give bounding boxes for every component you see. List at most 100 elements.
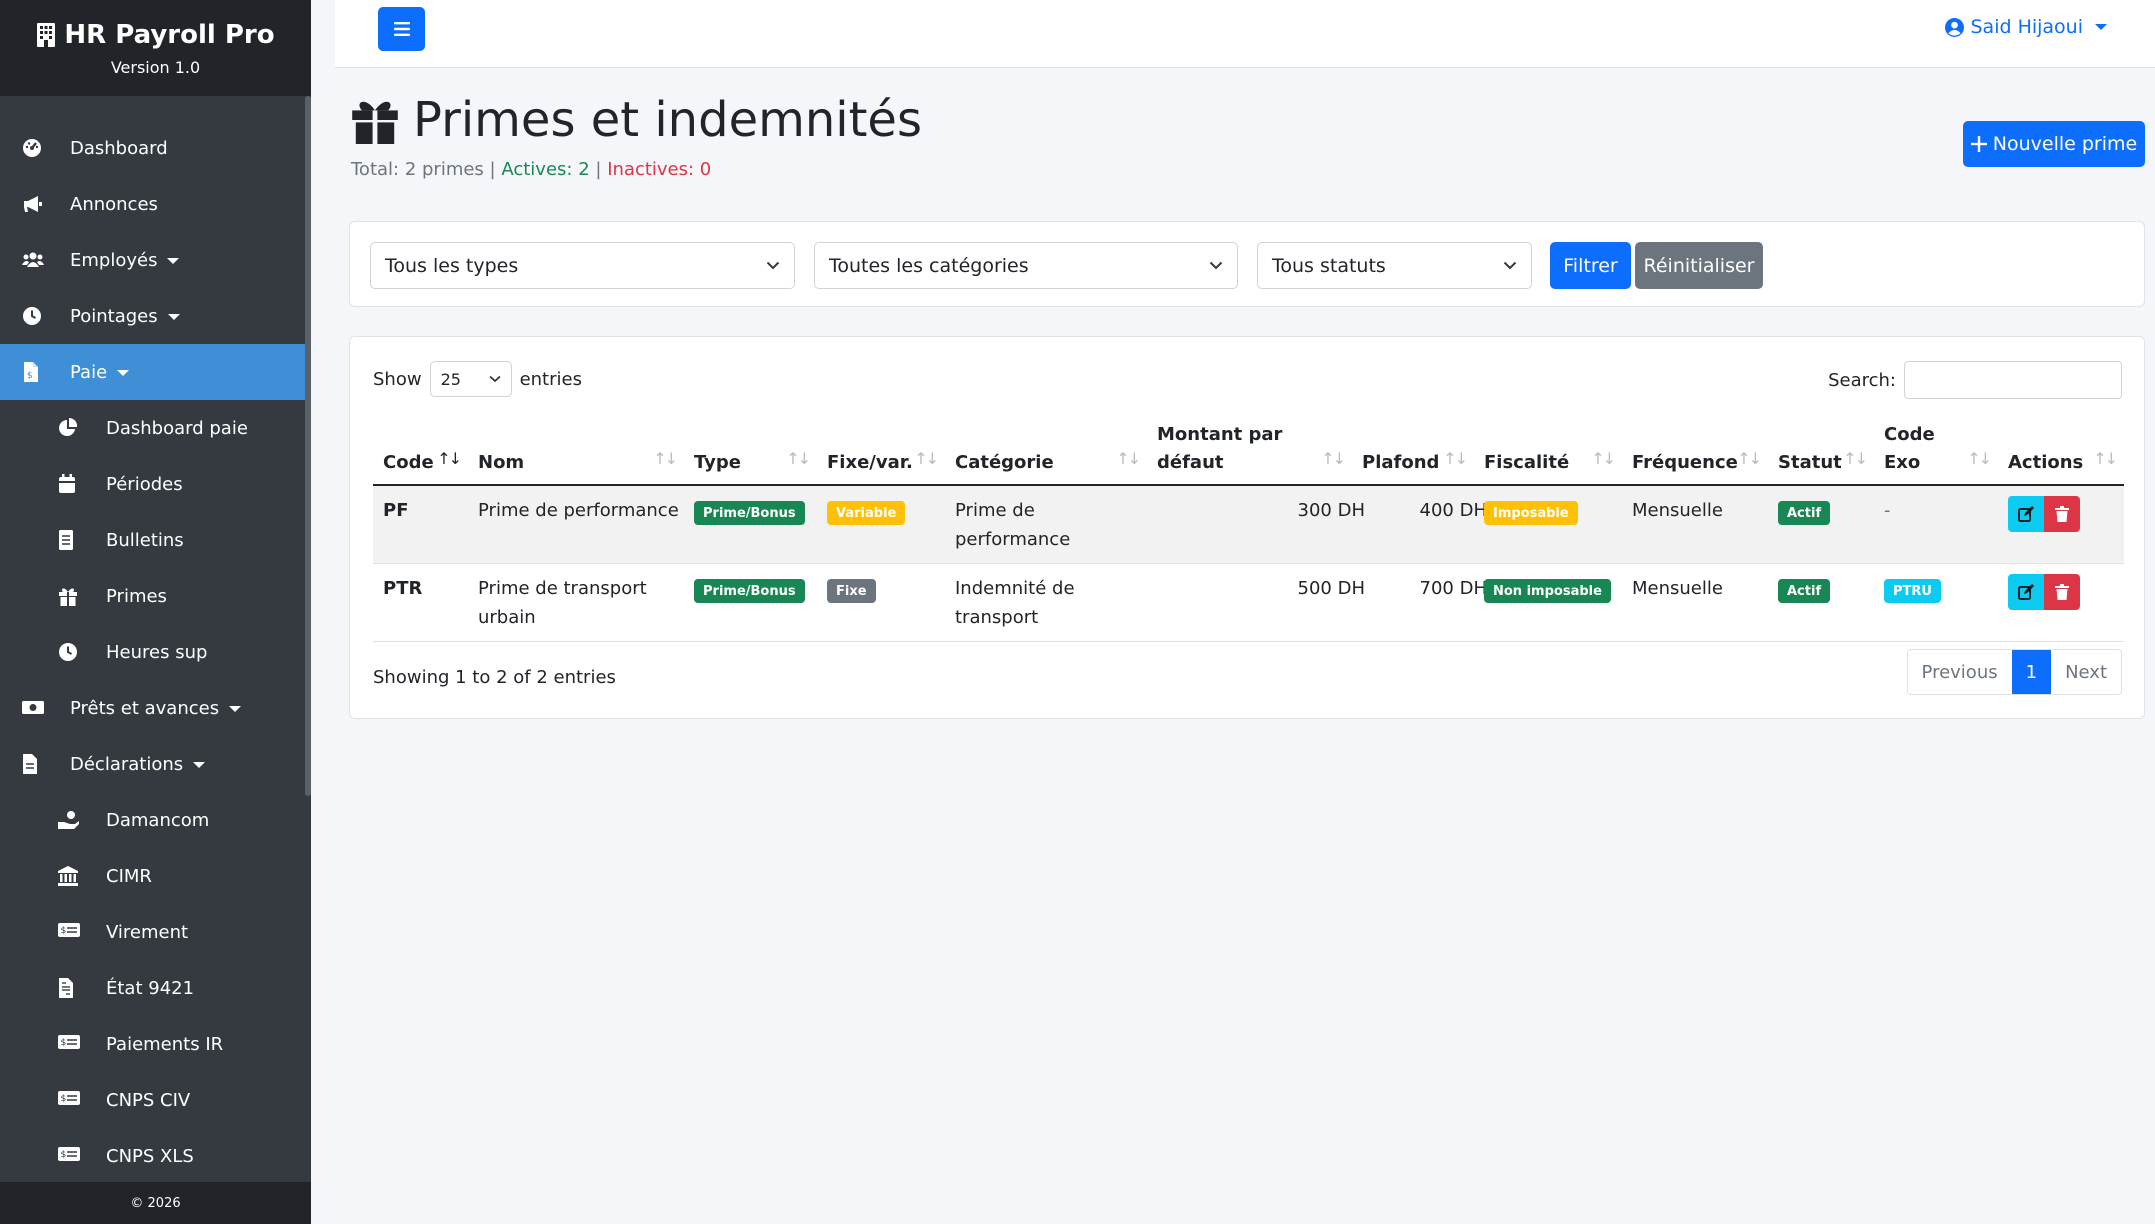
column-header-montant[interactable]: Montant par défaut ↑↓ <box>1147 424 1352 477</box>
table-row[interactable]: PF Prime de performance Prime/Bonus Vari… <box>373 486 2124 564</box>
sidebar-item-label: Pointages <box>70 306 180 327</box>
sidebar-item-dashboard[interactable]: Dashboard <box>0 120 311 176</box>
sidebar-item-label: CIMR <box>106 865 152 887</box>
edit-button[interactable] <box>2008 574 2044 610</box>
category-filter-select[interactable]: Toutes les catégories <box>814 242 1238 289</box>
money-check-icon: $ <box>58 1090 80 1110</box>
filter-button[interactable]: Filtrer <box>1550 242 1631 289</box>
chevron-down-icon <box>1503 261 1517 270</box>
chevron-down-icon <box>766 261 780 270</box>
sort-icon: ↑↓ <box>786 449 811 468</box>
sidebar-item-virement[interactable]: $ Virement <box>0 904 311 960</box>
cell-code: PTR <box>383 578 423 599</box>
sidebar-item-etat-9421[interactable]: État 9421 <box>0 960 311 1016</box>
fiscalite-badge: Non imposable <box>1484 579 1611 603</box>
new-prime-label: Nouvelle prime <box>1992 133 2138 155</box>
delete-button[interactable] <box>2044 496 2080 532</box>
user-name: Said Hijaoui <box>1970 16 2083 38</box>
gift-icon <box>351 95 399 145</box>
sort-icon: ↑↓ <box>1967 449 1992 468</box>
column-header-fiscalite[interactable]: Fiscalité ↑↓ <box>1474 427 1622 477</box>
search-input[interactable] <box>1904 361 2122 399</box>
cell-plafond: 700 DH <box>1419 578 1487 599</box>
sidebar-item-declarations[interactable]: Déclarations <box>0 736 311 792</box>
fiscalite-badge: Imposable <box>1484 501 1578 525</box>
new-prime-button[interactable]: Nouvelle prime <box>1963 121 2145 167</box>
sidebar-item-label: Heures sup <box>106 641 208 663</box>
table-info: Showing 1 to 2 of 2 entries <box>373 667 616 688</box>
cell-categorie: Indemnité de transport <box>955 578 1075 628</box>
sidebar-item-label: Virement <box>106 921 189 943</box>
column-header-categorie[interactable]: Catégorie ↑↓ <box>945 427 1147 477</box>
sidebar-item-employes[interactable]: Employés <box>0 232 311 288</box>
sidebar-item-cnps-civ[interactable]: $ CNPS CIV <box>0 1072 311 1128</box>
sidebar-item-label: Employés <box>70 250 180 271</box>
edit-icon <box>2018 506 2034 522</box>
sidebar-item-dashboard-paie[interactable]: Dashboard paie <box>0 400 311 456</box>
column-header-statut[interactable]: Statut ↑↓ <box>1768 427 1874 477</box>
column-header-code-exo[interactable]: Code Exo ↑↓ <box>1874 424 1998 477</box>
sort-icon: ↑↓ <box>1116 449 1141 468</box>
sidebar-item-prets[interactable]: Prêts et avances <box>0 680 311 736</box>
sidebar-scrollbar[interactable] <box>305 96 311 796</box>
money-bill-icon <box>22 698 44 718</box>
status-filter-value: Tous statuts <box>1272 254 1386 277</box>
table-row[interactable]: PTR Prime de transport urbain Prime/Bonus… <box>373 564 2124 642</box>
edit-button[interactable] <box>2008 496 2044 532</box>
pagination-previous[interactable]: Previous <box>1908 650 2012 694</box>
cell-code: PF <box>383 500 409 521</box>
svg-text:$: $ <box>61 1038 67 1048</box>
sidebar-item-heures-sup[interactable]: Heures sup <box>0 624 311 680</box>
sidebar-item-primes[interactable]: Primes <box>0 568 311 624</box>
pagination-next[interactable]: Next <box>2051 650 2121 694</box>
column-header-plafond[interactable]: Plafond ↑↓ <box>1352 427 1474 477</box>
sort-icon: ↑↓ <box>1843 449 1868 468</box>
entries-select[interactable]: 25 <box>429 361 512 397</box>
reset-button[interactable]: Réinitialiser <box>1635 242 1763 289</box>
svg-text:$: $ <box>27 371 33 381</box>
column-header-fixe[interactable]: Fixe/var. ↑↓ <box>817 427 945 477</box>
column-header-code[interactable]: Code ↑↓ <box>373 427 468 477</box>
sidebar-item-label: Paie <box>70 362 130 383</box>
filter-panel: Tous les types Toutes les catégories Tou… <box>349 221 2145 307</box>
sidebar-item-label: État 9421 <box>106 977 195 999</box>
sidebar-item-periodes[interactable]: Périodes <box>0 456 311 512</box>
file-icon <box>22 754 42 774</box>
table-search: Search: <box>1828 361 2122 399</box>
delete-button[interactable] <box>2044 574 2080 610</box>
cell-montant: 500 DH <box>1297 578 1365 599</box>
sidebar-item-cimr[interactable]: CIMR <box>0 848 311 904</box>
column-header-actions[interactable]: Actions ↑↓ <box>1998 427 2124 477</box>
sidebar-item-label: Périodes <box>106 473 183 495</box>
sidebar-item-pointages[interactable]: Pointages <box>0 288 311 344</box>
app-title: HR Payroll Pro <box>64 19 275 50</box>
sidebar-item-damancom[interactable]: Damancom <box>0 792 311 848</box>
sidebar-item-annonces[interactable]: Annonces <box>0 176 311 232</box>
bank-icon <box>58 866 78 886</box>
file-invoice-icon <box>58 978 78 998</box>
sort-icon: ↑↓ <box>2093 449 2118 468</box>
status-filter-select[interactable]: Tous statuts <box>1257 242 1532 289</box>
cell-montant: 300 DH <box>1297 500 1365 521</box>
search-label: Search: <box>1828 369 1896 391</box>
user-menu[interactable]: Said Hijaoui <box>1945 16 2107 38</box>
sidebar-item-bulletins[interactable]: Bulletins <box>0 512 311 568</box>
sidebar-item-paiements-ir[interactable]: $ Paiements IR <box>0 1016 311 1072</box>
sidebar-item-paie[interactable]: $ Paie <box>0 344 311 400</box>
type-filter-select[interactable]: Tous les types <box>370 242 795 289</box>
column-header-nom[interactable]: Nom ↑↓ <box>468 427 684 477</box>
sidebar: HR Payroll Pro Version 1.0 Dashboard Ann… <box>0 0 311 1224</box>
svg-text:$: $ <box>61 1150 67 1160</box>
page-header: Primes et indemnités <box>351 92 922 148</box>
cell-categorie: Prime de performance <box>955 500 1071 550</box>
column-header-type[interactable]: Type ↑↓ <box>684 427 817 477</box>
category-filter-value: Toutes les catégories <box>829 254 1029 277</box>
sort-icon: ↑↓ <box>653 449 678 468</box>
pagination-page-1[interactable]: 1 <box>2011 650 2052 694</box>
page-stats: Total: 2 primes | Actives: 2 | Inactives… <box>351 159 711 180</box>
sidebar-item-cnps-xls[interactable]: $ CNPS XLS <box>0 1128 311 1184</box>
sidebar-toggle-button[interactable] <box>378 7 425 51</box>
sidebar-item-label: Prêts et avances <box>70 698 242 719</box>
chevron-down-icon <box>1209 261 1223 270</box>
column-header-frequence[interactable]: Fréquence ↑↓ <box>1622 427 1768 477</box>
